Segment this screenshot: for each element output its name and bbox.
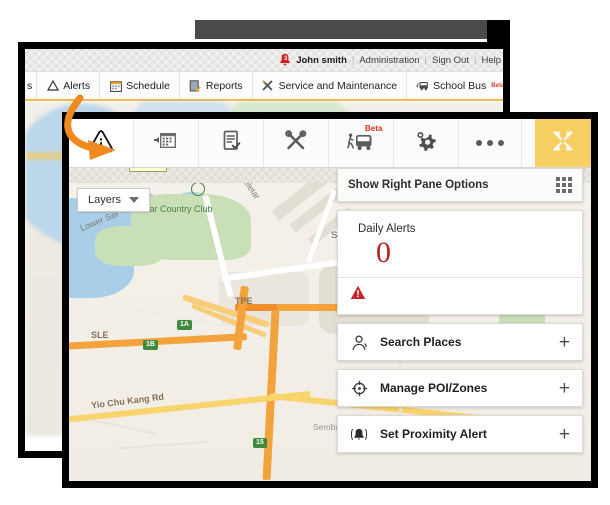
set-proximity-alert-label: Set Proximity Alert: [380, 427, 487, 441]
nav-tab-schedule-label: Schedule: [126, 79, 170, 92]
map-shield-1a: 1A: [177, 320, 192, 330]
right-pane-header-label: Show Right Pane Options: [348, 179, 489, 191]
search-places-label: Search Places: [380, 335, 462, 349]
warning-triangle-icon: [46, 79, 59, 92]
school-bus-icon: [416, 79, 429, 92]
main-nav-bar: s Alerts Schedule Reports Service and Ma…: [25, 72, 503, 101]
nav-tab-reports-label: Reports: [205, 79, 243, 92]
nav-tab-school-bus-label: School Bus: [433, 79, 487, 92]
search-places-row[interactable]: Search Places +: [337, 323, 583, 361]
map-area[interactable]: Lower Sel Seletar Country Club Seletar S…: [69, 168, 591, 481]
toolbar-collapse-button[interactable]: [535, 119, 591, 167]
nav-tab-service-maintenance-label: Service and Maintenance: [278, 79, 398, 92]
user-bar-separator-2: |: [424, 54, 428, 66]
map-shield-1b: 1B: [143, 340, 158, 350]
help-link[interactable]: Help: [481, 55, 501, 66]
daily-alerts-title: Daily Alerts: [358, 223, 416, 235]
toolbar-service-maintenance-button[interactable]: [264, 119, 329, 167]
user-bar-separator-3: |: [473, 54, 477, 66]
toolbar-management-button[interactable]: [394, 119, 459, 167]
administration-link[interactable]: Administration: [359, 55, 419, 66]
notification-bell-icon[interactable]: 3: [279, 53, 291, 67]
manage-poi-zones-row[interactable]: Manage POI/Zones +: [337, 369, 583, 407]
gear-icon: [413, 129, 439, 158]
manage-poi-zones-add-button[interactable]: +: [559, 379, 570, 398]
right-pane: Show Right Pane Options Daily Alerts 0 S…: [337, 168, 583, 453]
chevron-down-icon: [129, 197, 140, 203]
user-bar: 3 John smith | Administration | Sign Out…: [25, 49, 503, 72]
toolbar-school-bus-button[interactable]: Beta: [329, 119, 394, 167]
layers-dropdown[interactable]: Layers: [77, 188, 151, 212]
three-dots-icon: [476, 140, 504, 146]
nav-tab-truncated[interactable]: s: [25, 72, 38, 99]
nav-tab-alerts-label: Alerts: [63, 79, 91, 92]
toolbar-more-button[interactable]: [459, 119, 522, 167]
sign-out-link[interactable]: Sign Out: [432, 55, 469, 66]
daily-alerts-warning-row: [338, 277, 582, 314]
show-right-pane-options-header[interactable]: Show Right Pane Options: [337, 168, 583, 202]
wrench-screwdriver-icon: [262, 79, 275, 92]
notification-count: 3: [284, 56, 288, 62]
search-places-add-button[interactable]: +: [559, 333, 570, 352]
daily-alerts-card: Daily Alerts 0: [337, 210, 583, 315]
set-proximity-alert-row[interactable]: Set Proximity Alert +: [337, 415, 583, 453]
toolbar-school-bus-badge: Beta: [365, 124, 383, 133]
foreground-window-frame: Beta Lower Sel Seletar Country Club Sele…: [62, 112, 598, 488]
collapse-arrows-icon: [552, 130, 574, 157]
map-label-tpe: TPE: [235, 296, 253, 306]
calendar-icon: [153, 129, 179, 158]
calendar-icon: [109, 79, 122, 92]
report-clipboard-icon: [218, 129, 244, 158]
alerts-tooltip: Alerts: [129, 168, 167, 172]
report-clipboard-icon: [189, 79, 202, 92]
proximity-bell-icon: [350, 426, 368, 443]
place-marker-icon: [350, 334, 368, 351]
user-name[interactable]: John smith: [296, 55, 347, 66]
crosshair-icon: [350, 380, 368, 397]
toolbar-reports-button[interactable]: [199, 119, 264, 167]
toolbar-alerts-button[interactable]: [69, 119, 134, 167]
map-canvas[interactable]: Lower Sel Seletar Country Club Seletar S…: [69, 168, 591, 481]
manage-poi-zones-label: Manage POI/Zones: [380, 381, 488, 395]
top-gray-bar: [195, 20, 487, 39]
screenshot-stage: 3 John smith | Administration | Sign Out…: [0, 0, 610, 505]
toolbar-schedule-button[interactable]: [134, 119, 199, 167]
wrench-screwdriver-icon: [283, 129, 309, 158]
nav-tab-alerts[interactable]: Alerts: [37, 72, 101, 99]
module-icon-toolbar: Beta: [69, 119, 591, 168]
nav-tab-service-maintenance[interactable]: Service and Maintenance: [253, 72, 408, 99]
grid-menu-icon[interactable]: [556, 177, 572, 193]
map-label-sle: SLE: [91, 330, 109, 340]
daily-alerts-count: 0: [376, 236, 391, 269]
warning-triangle-icon: [88, 129, 114, 158]
nav-tab-reports[interactable]: Reports: [180, 72, 253, 99]
user-bar-separator-1: |: [351, 54, 355, 66]
map-shield-15: 15: [253, 438, 267, 448]
layers-label: Layers: [88, 194, 122, 206]
red-warning-triangle-icon: [350, 285, 366, 304]
nav-tab-truncated-label: s: [27, 79, 33, 92]
nav-tab-school-bus[interactable]: School Bus Beta: [407, 72, 503, 99]
foreground-window-content: Beta Lower Sel Seletar Country Club Sele…: [69, 119, 591, 481]
nav-tab-school-bus-badge: Beta: [491, 82, 503, 89]
set-proximity-alert-add-button[interactable]: +: [559, 425, 570, 444]
nav-tab-schedule[interactable]: Schedule: [100, 72, 180, 99]
map-golf-poi-icon: [191, 182, 205, 196]
